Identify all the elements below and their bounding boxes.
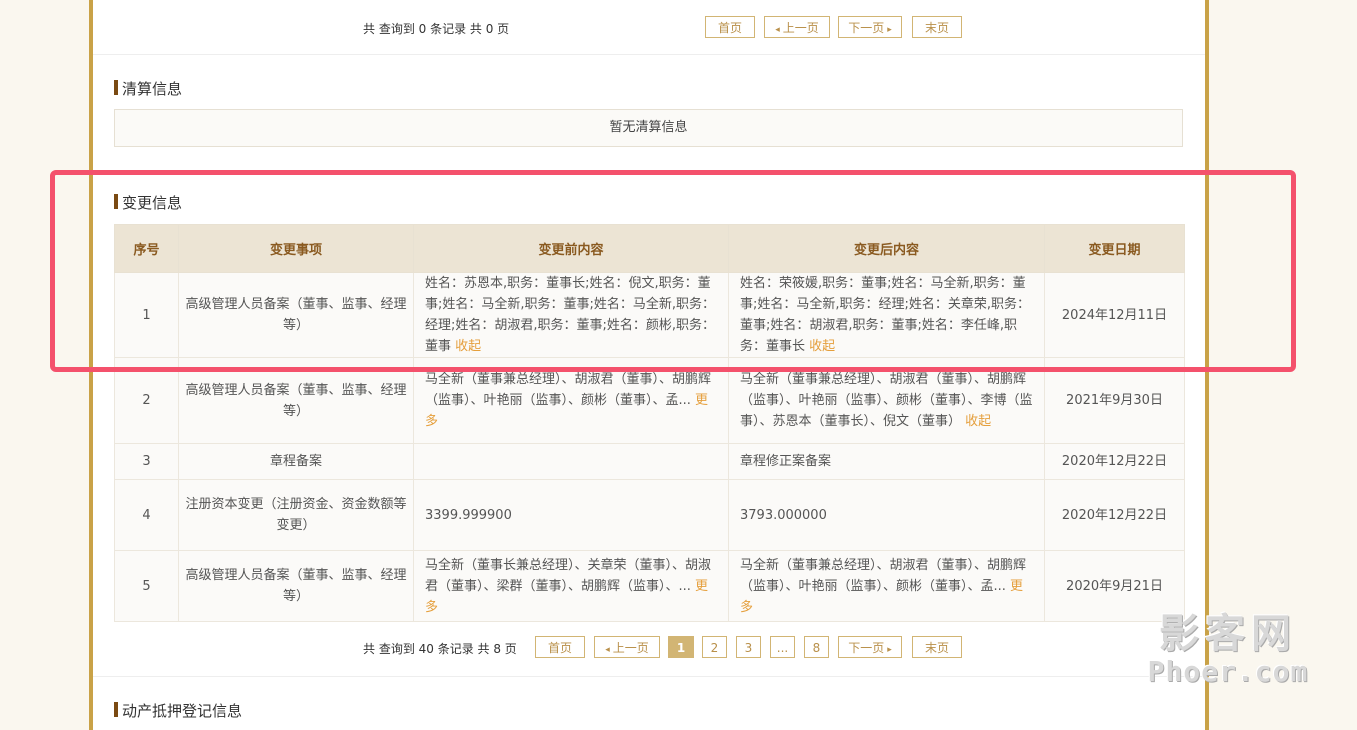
cell-after: 3793.000000 xyxy=(728,479,1045,551)
table-row: 5 高级管理人员备案（董事、监事、经理等） 马全新（董事长兼总经理）、关章荣（董… xyxy=(114,550,1185,622)
bottom-prev-page-button[interactable]: 上一页 xyxy=(594,636,660,658)
cell-before: 姓名：苏恩本,职务：董事长;姓名：倪文,职务：董事;姓名：马全新,职务：董事;姓… xyxy=(413,272,729,358)
collapse-link[interactable]: 收起 xyxy=(809,339,835,354)
header-date: 变更日期 xyxy=(1044,224,1185,273)
divider xyxy=(93,54,1205,55)
table-row: 2 高级管理人员备案（董事、监事、经理等） 马全新（董事兼总经理）、胡淑君（董事… xyxy=(114,357,1185,444)
divider xyxy=(93,676,1205,677)
cell-after: 马全新（董事兼总经理）、胡淑君（董事）、胡鹏辉（监事）、叶艳丽（监事）、颜彬（董… xyxy=(728,357,1045,444)
page-button-3[interactable]: 3 xyxy=(736,636,761,658)
table-row: 1 高级管理人员备案（董事、监事、经理等） 姓名：苏恩本,职务：董事长;姓名：倪… xyxy=(114,272,1185,358)
liquidation-title: 清算信息 xyxy=(114,78,182,99)
pledge-title: 动产抵押登记信息 xyxy=(114,700,242,721)
cell-no: 3 xyxy=(114,443,179,480)
cell-before-text: 马全新（董事长兼总经理）、关章荣（董事）、胡淑君（董事）、梁群（董事）、胡鹏辉（… xyxy=(425,557,712,594)
cell-no: 4 xyxy=(114,479,179,551)
page-button-2[interactable]: 2 xyxy=(702,636,727,658)
cell-before: 马全新（董事兼总经理）、胡淑君（董事）、胡鹏辉（监事）、叶艳丽（监事）、颜彬（董… xyxy=(413,357,729,444)
bottom-next-page-button[interactable]: 下一页 xyxy=(838,636,902,658)
bottom-first-page-button[interactable]: 首页 xyxy=(535,636,585,658)
top-first-page-button[interactable]: 首页 xyxy=(705,16,755,38)
cell-after: 马全新（董事兼总经理）、胡淑君（董事）、胡鹏辉（监事）、叶艳丽（监事）、颜彬（董… xyxy=(728,550,1045,622)
top-last-page-button[interactable]: 末页 xyxy=(912,16,962,38)
page-button-8[interactable]: 8 xyxy=(804,636,829,658)
table-header-row: 序号 变更事项 变更前内容 变更后内容 变更日期 xyxy=(114,224,1185,273)
top-pager: 共 查询到 0 条记录 共 0 页 首页 上一页 下一页 末页 xyxy=(93,8,1205,48)
liquidation-empty: 暂无清算信息 xyxy=(114,109,1183,147)
page-button-1[interactable]: 1 xyxy=(668,636,694,658)
table-row: 3 章程备案 章程修正案备案 2020年12月22日 xyxy=(114,443,1185,480)
bottom-last-page-button[interactable]: 末页 xyxy=(912,636,962,658)
collapse-link[interactable]: 收起 xyxy=(455,339,481,354)
table-row: 4 注册资本变更（注册资金、资金数额等变更） 3399.999900 3793.… xyxy=(114,479,1185,551)
cell-before-text: 马全新（董事兼总经理）、胡淑君（董事）、胡鹏辉（监事）、叶艳丽（监事）、颜彬（董… xyxy=(425,372,712,408)
cell-after-text: 马全新（董事兼总经理）、胡淑君（董事）、胡鹏辉（监事）、叶艳丽（监事）、颜彬（董… xyxy=(740,557,1027,594)
watermark: 影客网 Phoer.com xyxy=(1142,612,1314,692)
cell-after: 姓名：荣筱媛,职务：董事;姓名：马全新,职务：董事;姓名：马全新,职务：经理;姓… xyxy=(728,272,1045,358)
cell-before xyxy=(413,443,729,480)
watermark-en: Phoer.com xyxy=(1147,655,1309,688)
header-after: 变更后内容 xyxy=(728,224,1045,273)
cell-date: 2024年12月11日 xyxy=(1044,272,1185,358)
bottom-pager: 共 查询到 40 条记录 共 8 页 首页 上一页 1 2 3 ... 8 下一… xyxy=(93,628,1205,668)
header-item: 变更事项 xyxy=(178,224,414,273)
cell-item: 高级管理人员备案（董事、监事、经理等） xyxy=(178,357,414,444)
cell-before: 马全新（董事长兼总经理）、关章荣（董事）、胡淑君（董事）、梁群（董事）、胡鹏辉（… xyxy=(413,550,729,622)
top-next-page-button[interactable]: 下一页 xyxy=(838,16,902,38)
cell-after: 章程修正案备案 xyxy=(728,443,1045,480)
cell-date: 2021年9月30日 xyxy=(1044,357,1185,444)
cell-item: 注册资本变更（注册资金、资金数额等变更） xyxy=(178,479,414,551)
bottom-pager-count: 共 查询到 40 条记录 共 8 页 xyxy=(363,642,517,656)
cell-item: 高级管理人员备案（董事、监事、经理等） xyxy=(178,272,414,358)
cell-date: 2020年12月22日 xyxy=(1044,479,1185,551)
cell-date: 2020年12月22日 xyxy=(1044,443,1185,480)
header-before: 变更前内容 xyxy=(413,224,729,273)
cell-no: 2 xyxy=(114,357,179,444)
cell-no: 1 xyxy=(114,272,179,358)
cell-item: 章程备案 xyxy=(178,443,414,480)
content-frame: 共 查询到 0 条记录 共 0 页 首页 上一页 下一页 末页 清算信息 暂无清… xyxy=(89,0,1209,730)
cell-item: 高级管理人员备案（董事、监事、经理等） xyxy=(178,550,414,622)
top-prev-page-button[interactable]: 上一页 xyxy=(764,16,830,38)
changes-table: 序号 变更事项 变更前内容 变更后内容 变更日期 1 高级管理人员备案（董事、监… xyxy=(114,224,1185,622)
cell-no: 5 xyxy=(114,550,179,622)
header-no: 序号 xyxy=(114,224,179,273)
changes-title: 变更信息 xyxy=(114,192,182,213)
watermark-cn: 影客网 xyxy=(1159,611,1297,657)
cell-before: 3399.999900 xyxy=(413,479,729,551)
top-pager-count: 共 查询到 0 条记录 共 0 页 xyxy=(363,22,510,36)
collapse-link[interactable]: 收起 xyxy=(965,414,991,429)
page-ellipsis: ... xyxy=(770,636,795,658)
cell-after-text: 姓名：荣筱媛,职务：董事;姓名：马全新,职务：董事;姓名：马全新,职务：经理;姓… xyxy=(740,276,1031,354)
